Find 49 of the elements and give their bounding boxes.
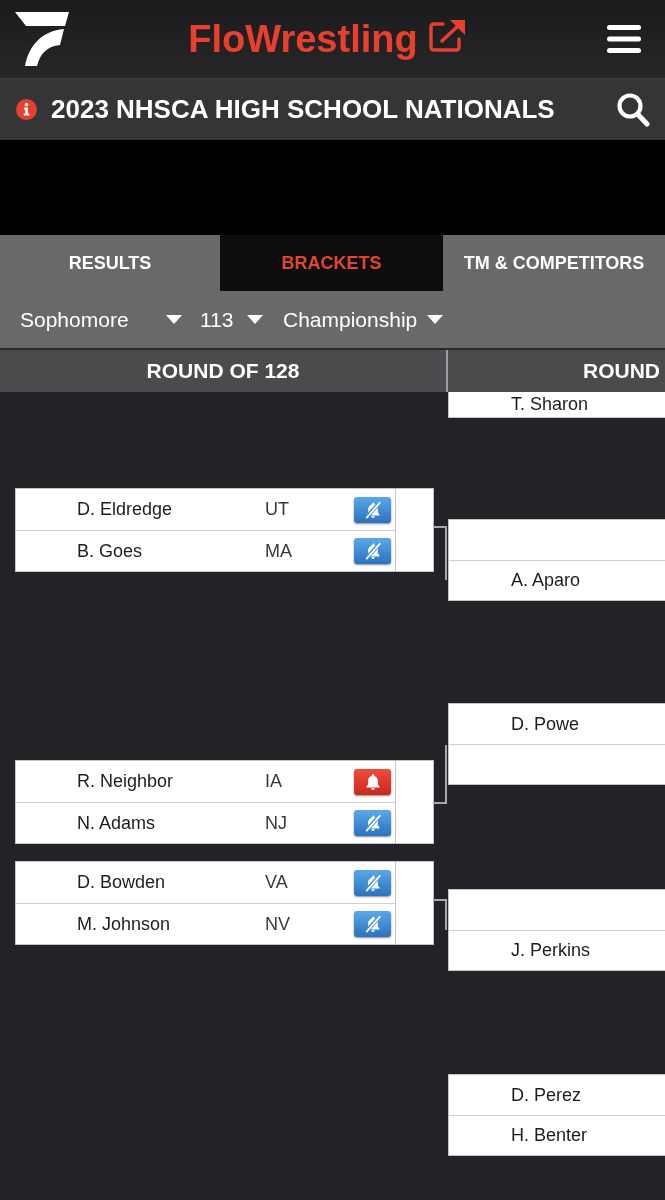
wrestler-name: A. Aparo: [511, 570, 581, 591]
caret-icon: [247, 315, 263, 324]
wrestler-name: D. Eldredge: [77, 499, 174, 520]
bracket-line: [432, 526, 447, 581]
tab[interactable]: BRACKETS: [220, 235, 443, 291]
state-code: UT: [265, 499, 290, 520]
filter-dropdown[interactable]: Championship: [283, 307, 443, 332]
bell-slash-icon: [363, 915, 382, 933]
bell-slash-icon: [363, 542, 382, 560]
alert-button[interactable]: [354, 768, 391, 795]
alert-button[interactable]: [354, 869, 391, 896]
filter-dropdown[interactable]: Sophomore: [20, 307, 182, 332]
brand-link[interactable]: FloWrestling: [188, 17, 466, 61]
tab[interactable]: RESULTS: [0, 235, 220, 291]
bracket-line: [432, 899, 447, 931]
bracket-line: [432, 744, 447, 804]
wrestler-name: D. Bowden: [77, 872, 167, 893]
state-code: NV: [265, 913, 291, 935]
filter-dropdown[interactable]: 113: [200, 307, 263, 332]
event-title: 2023 NHSCA HIGH SCHOOL NATIONALS: [51, 94, 556, 125]
logo-icon[interactable]: [13, 12, 69, 66]
wrestler-name: N. Adams: [77, 812, 157, 834]
wrestler-name: D. Perez: [511, 1084, 582, 1106]
wrestler-name: T. Sharon: [511, 394, 589, 415]
bell-slash-icon: [363, 500, 382, 519]
round-title: ROUND: [582, 358, 661, 384]
caret-icon: [166, 315, 182, 324]
bell-slash-icon: [363, 873, 382, 892]
bell-slash-icon: [363, 814, 382, 832]
wrestler-name: D. Powe: [511, 713, 580, 735]
state-code: NJ: [265, 812, 288, 834]
wrestler-name: J. Perkins: [511, 940, 591, 961]
state-code: MA: [265, 540, 293, 562]
info-icon[interactable]: [16, 99, 37, 120]
wrestler-name: M. Johnson: [77, 913, 172, 935]
alert-button[interactable]: [354, 911, 391, 937]
external-link-icon: [427, 18, 466, 52]
menu-icon[interactable]: [607, 25, 641, 53]
alert-button[interactable]: [354, 496, 391, 523]
alert-button[interactable]: [354, 810, 391, 836]
caret-icon: [427, 315, 443, 324]
wrestler-name: B. Goes: [77, 540, 144, 562]
wrestler-name: H. Benter: [511, 1125, 588, 1146]
alert-button[interactable]: [354, 538, 391, 564]
state-code: VA: [265, 872, 289, 893]
wrestler-name: R. Neighbor: [77, 771, 175, 792]
search-icon[interactable]: [616, 91, 650, 128]
tab[interactable]: TM & COMPETITORS: [443, 235, 665, 291]
state-code: IA: [265, 771, 283, 792]
